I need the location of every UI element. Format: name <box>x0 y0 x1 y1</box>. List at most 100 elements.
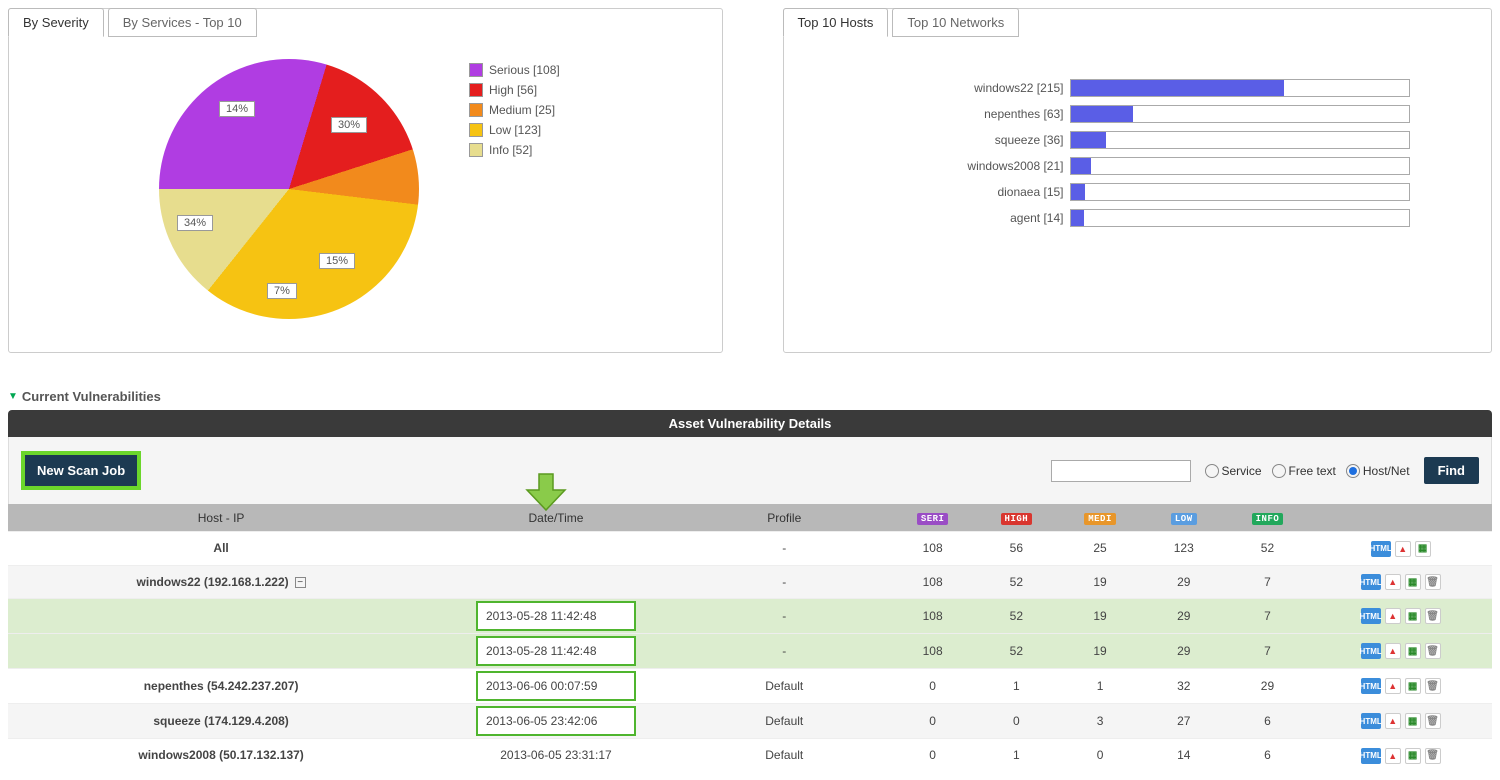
html-export-icon[interactable]: HTML <box>1361 608 1381 624</box>
radio-free-text[interactable] <box>1272 464 1286 478</box>
xls-export-icon[interactable] <box>1405 574 1421 590</box>
severity-count: 108 <box>891 565 975 599</box>
del-export-icon[interactable] <box>1425 678 1441 694</box>
severity-count: 0 <box>975 704 1059 739</box>
severity-count: 19 <box>1058 599 1142 634</box>
severity-badge: INFO <box>1252 513 1284 525</box>
pdf-export-icon[interactable] <box>1385 713 1401 729</box>
host-cell[interactable]: nepenthes (54.242.237.207) <box>8 669 434 704</box>
severity-badge: LOW <box>1171 513 1197 525</box>
tab-top-10-networks[interactable]: Top 10 Networks <box>892 8 1019 37</box>
new-scan-job-button[interactable]: New Scan Job <box>21 451 141 490</box>
severity-count: 32 <box>1142 669 1226 704</box>
pdf-export-icon[interactable] <box>1395 541 1411 557</box>
host-cell[interactable]: windows22 (192.168.1.222)− <box>8 565 434 599</box>
severity-count: 7 <box>1226 599 1310 634</box>
legend-item: Low [123] <box>469 123 560 137</box>
html-export-icon[interactable]: HTML <box>1361 713 1381 729</box>
html-export-icon[interactable]: HTML <box>1361 643 1381 659</box>
current-vulnerabilities-toggle[interactable]: ▼ Current Vulnerabilities <box>8 383 1492 410</box>
datetime-cell <box>434 532 678 566</box>
host-cell[interactable]: All <box>8 532 434 566</box>
pdf-export-icon[interactable] <box>1385 643 1401 659</box>
del-export-icon[interactable] <box>1425 643 1441 659</box>
pdf-export-icon[interactable] <box>1385 608 1401 624</box>
bar-row: dionaea [15] <box>784 183 1452 201</box>
profile-cell: Default <box>678 669 891 704</box>
datetime-cell: 2013-05-28 11:42:48 <box>434 599 678 634</box>
severity-count: 1 <box>1058 669 1142 704</box>
xls-export-icon[interactable] <box>1405 748 1421 764</box>
html-export-icon[interactable]: HTML <box>1371 541 1391 557</box>
profile-cell: - <box>678 599 891 634</box>
pie-slice-label: 30% <box>331 117 367 133</box>
severity-count: 6 <box>1226 739 1310 772</box>
profile-cell: - <box>678 634 891 669</box>
del-export-icon[interactable] <box>1425 748 1441 764</box>
pie-slice-label: 34% <box>177 215 213 231</box>
bar-row: nepenthes [63] <box>784 105 1452 123</box>
html-export-icon[interactable]: HTML <box>1361 748 1381 764</box>
col-header[interactable]: Host - IP <box>8 504 434 532</box>
severity-badge: MEDI <box>1084 513 1116 525</box>
html-export-icon[interactable]: HTML <box>1361 574 1381 590</box>
legend-item: Info [52] <box>469 143 560 157</box>
xls-export-icon[interactable] <box>1405 608 1421 624</box>
search-input[interactable] <box>1051 460 1191 482</box>
host-cell[interactable]: windows2008 (50.17.132.137) <box>8 739 434 772</box>
xls-export-icon[interactable] <box>1405 643 1421 659</box>
arrow-down-icon <box>523 472 569 515</box>
severity-count: 29 <box>1142 634 1226 669</box>
pie-slice-label: 7% <box>267 283 297 299</box>
find-button[interactable]: Find <box>1424 457 1479 484</box>
severity-count: 19 <box>1058 565 1142 599</box>
pdf-export-icon[interactable] <box>1385 748 1401 764</box>
expand-icon[interactable]: − <box>295 577 306 588</box>
vulnerability-table: Host - IPDate/TimeProfileSERIHIGHMEDILOW… <box>8 504 1492 772</box>
pie-slice-label: 15% <box>319 253 355 269</box>
xls-export-icon[interactable] <box>1415 541 1431 557</box>
profile-cell: Default <box>678 739 891 772</box>
xls-export-icon[interactable] <box>1405 678 1421 694</box>
del-export-icon[interactable] <box>1425 608 1441 624</box>
radio-host-net[interactable] <box>1346 464 1360 478</box>
radio-service[interactable] <box>1205 464 1219 478</box>
host-cell <box>8 599 434 634</box>
severity-count: 25 <box>1058 532 1142 566</box>
severity-count: 3 <box>1058 704 1142 739</box>
datetime-cell: 2013-06-06 00:07:59 <box>434 669 678 704</box>
severity-count: 56 <box>975 532 1059 566</box>
del-export-icon[interactable] <box>1425 574 1441 590</box>
profile-cell: - <box>678 565 891 599</box>
severity-count: 52 <box>975 634 1059 669</box>
severity-count: 108 <box>891 634 975 669</box>
hosts-bar-chart: windows22 [215]nepenthes [63]squeeze [36… <box>784 59 1492 227</box>
tab-top-10-hosts[interactable]: Top 10 Hosts <box>783 8 889 37</box>
datetime-cell: 2013-05-28 11:42:48 <box>434 634 678 669</box>
pdf-export-icon[interactable] <box>1385 678 1401 694</box>
bar-row: windows22 [215] <box>784 79 1452 97</box>
host-cell[interactable]: squeeze (174.129.4.208) <box>8 704 434 739</box>
severity-count: 0 <box>891 704 975 739</box>
section-title: Current Vulnerabilities <box>22 389 161 404</box>
host-cell <box>8 634 434 669</box>
severity-count: 0 <box>891 739 975 772</box>
datetime-cell <box>434 565 678 599</box>
caret-down-icon: ▼ <box>8 391 18 402</box>
hosts-card: Top 10 HostsTop 10 Networks windows22 [2… <box>783 8 1493 353</box>
severity-badge: HIGH <box>1001 513 1033 525</box>
severity-count: 6 <box>1226 704 1310 739</box>
severity-pie-chart: 30%15%7%34%14% <box>159 59 419 319</box>
panel-header: Asset Vulnerability Details <box>8 410 1492 437</box>
del-export-icon[interactable] <box>1425 713 1441 729</box>
pdf-export-icon[interactable] <box>1385 574 1401 590</box>
xls-export-icon[interactable] <box>1405 713 1421 729</box>
html-export-icon[interactable]: HTML <box>1361 678 1381 694</box>
severity-count: 29 <box>1226 669 1310 704</box>
legend-item: Medium [25] <box>469 103 560 117</box>
datetime-cell: 2013-06-05 23:42:06 <box>434 704 678 739</box>
tab-by-services-top-10[interactable]: By Services - Top 10 <box>108 8 257 37</box>
tab-by-severity[interactable]: By Severity <box>8 8 104 37</box>
severity-card: By SeverityBy Services - Top 10 30% 15% 7%… <box>8 8 723 353</box>
col-header[interactable]: Profile <box>678 504 891 532</box>
